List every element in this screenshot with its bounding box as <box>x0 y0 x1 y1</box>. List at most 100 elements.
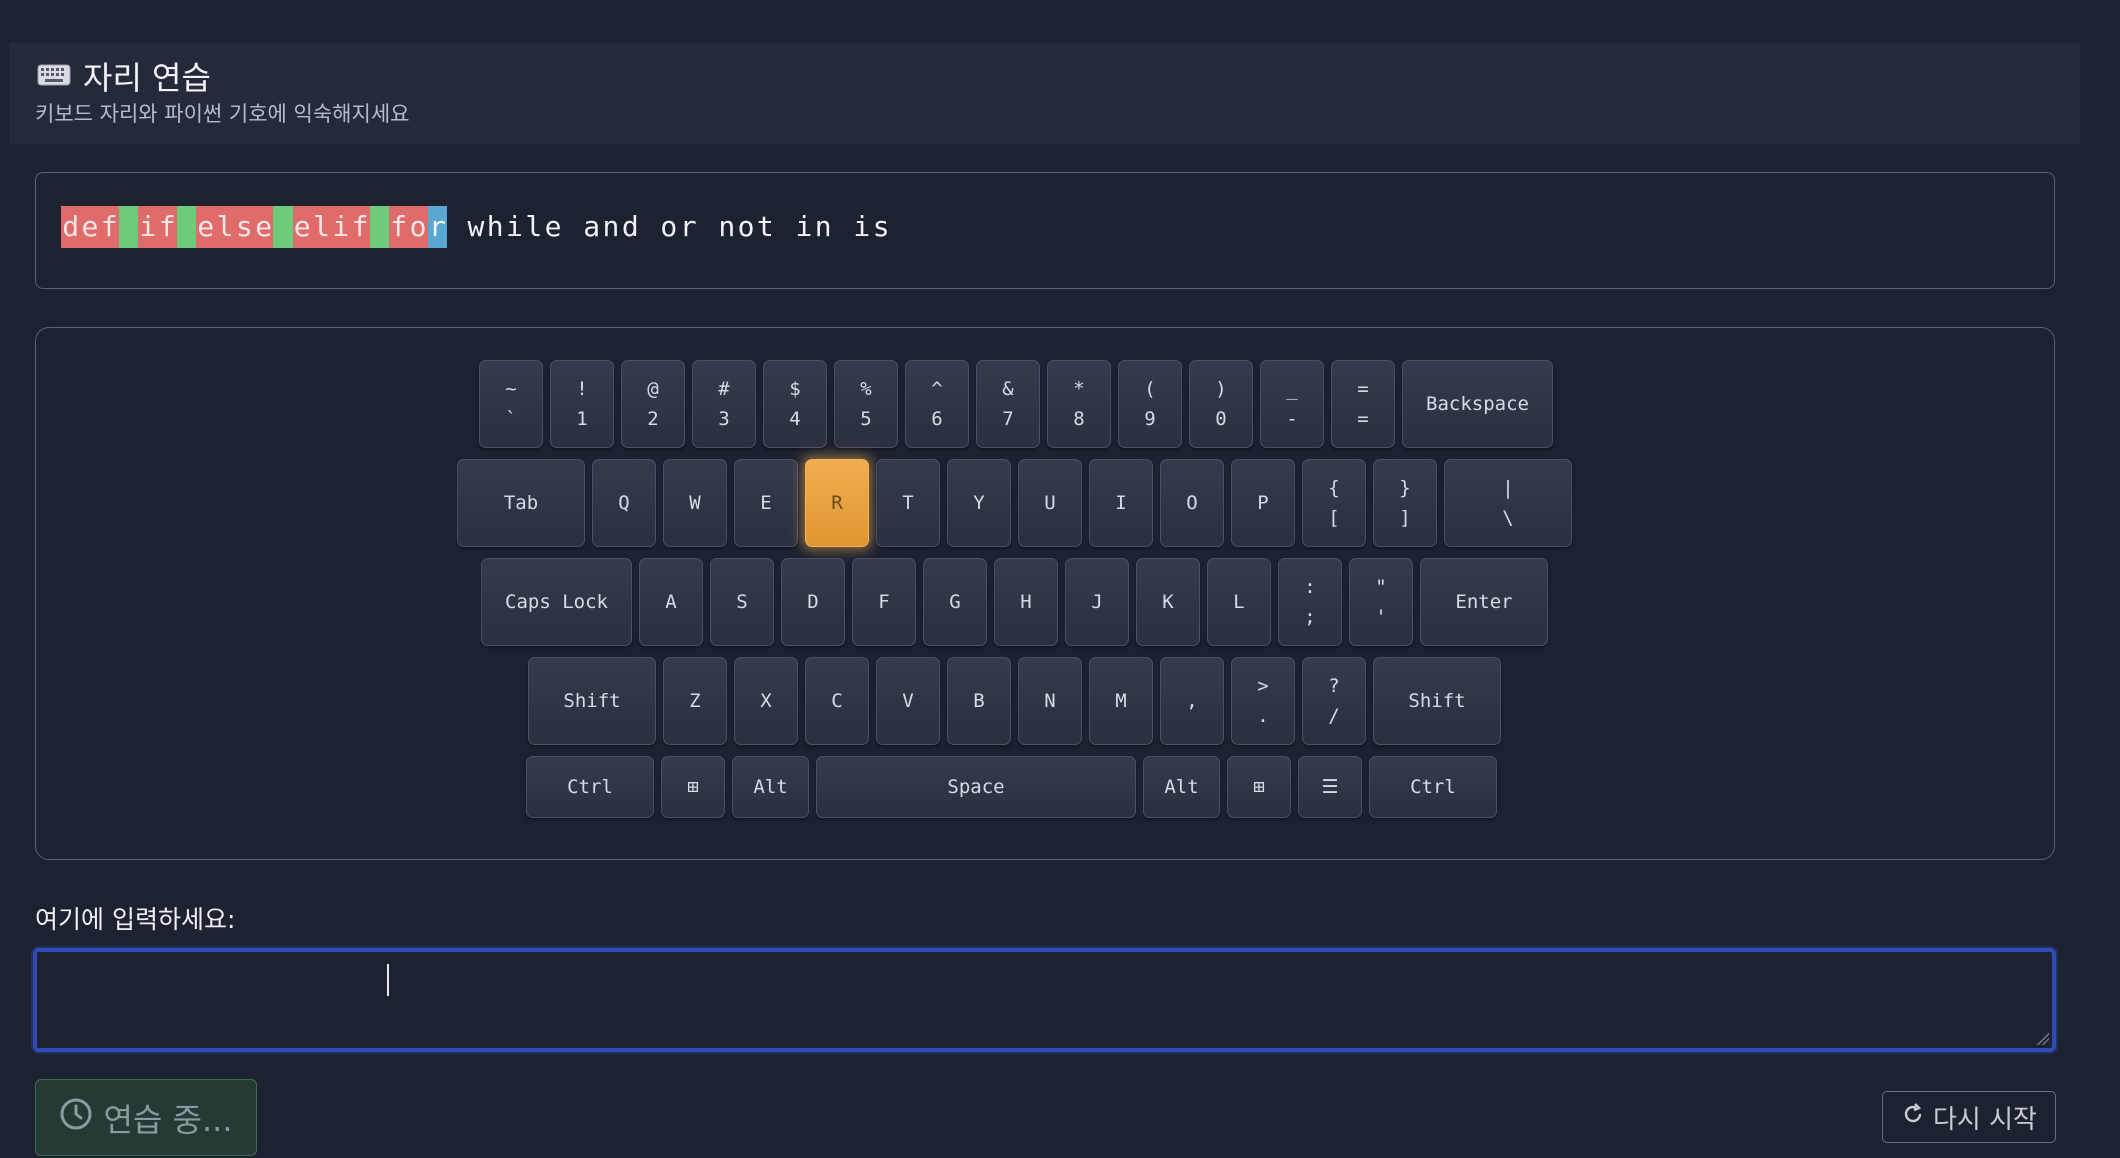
key-d[interactable]: D <box>781 558 845 646</box>
practice-status-label: 연습 중... <box>103 1100 233 1139</box>
key-x[interactable]: X <box>734 657 798 745</box>
target-char: i <box>331 206 351 248</box>
key-l[interactable]: L <box>1207 558 1271 646</box>
target-char: f <box>389 206 409 248</box>
windows-icon[interactable]: ⊞ <box>1227 756 1291 818</box>
menu-icon[interactable]: ☰ <box>1298 756 1362 818</box>
key-label: P <box>1257 492 1269 514</box>
key-shift-label: _ <box>1286 378 1298 400</box>
key-c[interactable]: C <box>805 657 869 745</box>
key-u61[interactable]: = = <box>1331 360 1395 448</box>
typing-input[interactable] <box>33 948 2056 1052</box>
key-label: G <box>949 591 961 613</box>
key-caps-lock[interactable]: Caps Lock <box>481 558 632 646</box>
key-7[interactable]: & 7 <box>976 360 1040 448</box>
page-subtitle: 키보드 자리와 파이썬 기호에 익숙해지세요 <box>35 102 410 126</box>
key-u46[interactable]: >. <box>1231 657 1295 745</box>
key-o[interactable]: O <box>1160 459 1224 547</box>
key-6[interactable]: ^ 6 <box>905 360 969 448</box>
key-2[interactable]: @2 <box>621 360 685 448</box>
key-alt[interactable]: Alt <box>1143 756 1220 818</box>
key-label: X <box>760 690 772 712</box>
key-u39[interactable]: " ' <box>1349 558 1413 646</box>
target-char: l <box>311 206 332 248</box>
resize-handle[interactable] <box>2037 1033 2049 1045</box>
key-e[interactable]: E <box>734 459 798 547</box>
key-f[interactable]: F <box>852 558 916 646</box>
target-char: i <box>795 210 813 243</box>
target-char <box>176 206 197 248</box>
key-shift-label: " <box>1375 576 1387 598</box>
key-u44[interactable]: , <box>1160 657 1224 745</box>
key-label: Shift <box>563 690 621 712</box>
key-space[interactable]: Space <box>816 756 1136 818</box>
key-s[interactable]: S <box>710 558 774 646</box>
key-q[interactable]: Q <box>592 459 656 547</box>
key-enter[interactable]: Enter <box>1420 558 1548 646</box>
target-char: i <box>138 206 158 248</box>
key-ctrl[interactable]: Ctrl <box>526 756 654 818</box>
key-4[interactable]: $4 <box>763 360 827 448</box>
key-5[interactable]: % 5 <box>834 360 898 448</box>
key-label: Space <box>947 776 1005 798</box>
windows-icon[interactable]: ⊞ <box>661 756 725 818</box>
key-g[interactable]: G <box>923 558 987 646</box>
key-j[interactable]: J <box>1065 558 1129 646</box>
target-char: d <box>61 206 81 248</box>
practice-status-button[interactable]: 연습 중... <box>35 1079 257 1156</box>
key-9[interactable]: (9 <box>1118 360 1182 448</box>
key-a[interactable]: A <box>639 558 703 646</box>
key-label: B <box>973 690 985 712</box>
key-u47[interactable]: ? / <box>1302 657 1366 745</box>
key-u96[interactable]: ~ ` <box>479 360 543 448</box>
key-u91[interactable]: {[ <box>1302 459 1366 547</box>
key-tab[interactable]: Tab <box>457 459 585 547</box>
key-label: 5 <box>860 408 872 430</box>
restart-button[interactable]: 다시 시작 <box>1882 1091 2056 1143</box>
key-u59[interactable]: :; <box>1278 558 1342 646</box>
target-char <box>369 206 390 248</box>
target-char: o <box>408 206 428 248</box>
key-shift[interactable]: Shift <box>1373 657 1501 745</box>
key-u92[interactable]: | \ <box>1444 459 1572 547</box>
key-n[interactable]: N <box>1018 657 1082 745</box>
key-m[interactable]: M <box>1089 657 1153 745</box>
key-shift[interactable]: Shift <box>528 657 656 745</box>
key-label: Shift <box>1408 690 1466 712</box>
key-3[interactable]: #3 <box>692 360 756 448</box>
key-label: ☰ <box>1321 776 1339 798</box>
key--[interactable]: _ - <box>1260 360 1324 448</box>
key-u[interactable]: U <box>1018 459 1082 547</box>
key-backspace[interactable]: Backspace <box>1402 360 1553 448</box>
target-char: e <box>253 206 274 248</box>
key-shift-label: $ <box>789 378 801 400</box>
target-char: d <box>621 210 639 243</box>
key-ctrl[interactable]: Ctrl <box>1369 756 1497 818</box>
target-char <box>273 206 293 248</box>
key-8[interactable]: * 8 <box>1047 360 1111 448</box>
key-shift-label: @ <box>647 378 659 400</box>
key-y[interactable]: Y <box>947 459 1011 547</box>
key-v[interactable]: V <box>876 657 940 745</box>
key-label: Z <box>689 690 701 712</box>
key-1[interactable]: ! 1 <box>550 360 614 448</box>
key-t[interactable]: T <box>876 459 940 547</box>
key-k[interactable]: K <box>1136 558 1200 646</box>
key-0[interactable]: ) 0 <box>1189 360 1253 448</box>
target-char: f <box>350 206 370 248</box>
key-label: Enter <box>1455 591 1513 613</box>
key-i[interactable]: I <box>1089 459 1153 547</box>
key-h[interactable]: H <box>994 558 1058 646</box>
target-char: a <box>583 210 601 243</box>
key-alt[interactable]: Alt <box>732 756 809 818</box>
target-char: l <box>525 210 543 243</box>
key-label: ' <box>1375 606 1387 628</box>
page-title: 자리 연습 <box>37 53 211 99</box>
key-b[interactable]: B <box>947 657 1011 745</box>
key-p[interactable]: P <box>1231 459 1295 547</box>
key-r[interactable]: R <box>805 459 869 547</box>
key-label: W <box>689 492 701 514</box>
key-u93[interactable]: }] <box>1373 459 1437 547</box>
key-z[interactable]: Z <box>663 657 727 745</box>
key-w[interactable]: W <box>663 459 727 547</box>
